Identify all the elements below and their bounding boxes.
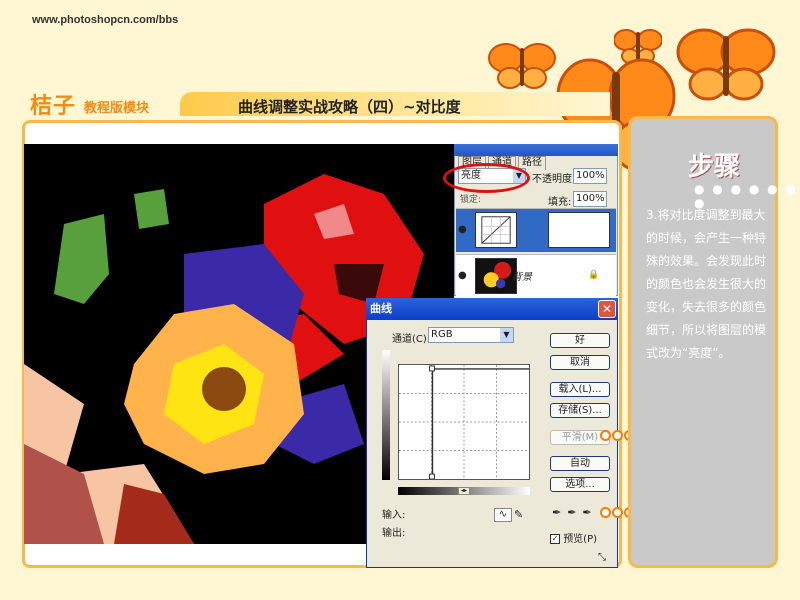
- channel-label: 通道(C):: [392, 334, 431, 345]
- step-description: 3.将对比度调整到最大的时候，会产生一种特殊的效果。会发现此时的颜色也会发生很大…: [646, 208, 767, 360]
- layer-mask-thumbnail: [548, 212, 610, 248]
- eye-icon[interactable]: ●: [458, 270, 467, 281]
- highlight-circle: [443, 163, 530, 193]
- dialog-title[interactable]: 曲线: [366, 298, 618, 320]
- cancel-button[interactable]: 取消: [550, 355, 610, 370]
- options-button[interactable]: 选项...: [550, 477, 610, 492]
- ring-icon: [600, 430, 611, 441]
- load-button[interactable]: 载入(L)...: [550, 382, 610, 397]
- ring-icon: [600, 507, 611, 518]
- opacity-label: 不透明度:: [532, 174, 576, 185]
- lock-label: 锁定:: [460, 195, 482, 205]
- butterfly-icon: [676, 28, 776, 101]
- layers-titlebar[interactable]: [454, 144, 618, 156]
- fill-label: 填充:: [548, 197, 572, 208]
- gradient-toggle-icon[interactable]: ◂▸: [458, 487, 470, 495]
- ring-icon: [612, 507, 623, 518]
- auto-button[interactable]: 自动: [550, 456, 610, 471]
- opacity-input[interactable]: 100%: [573, 168, 607, 184]
- step-heading: 步骤: [688, 152, 741, 182]
- save-button[interactable]: 存储(S)...: [550, 403, 610, 418]
- brand-logo: 桔子: [30, 94, 77, 119]
- layer-name: 背景: [512, 272, 532, 283]
- output-label: 输出:: [382, 528, 406, 539]
- input-label: 输入:: [382, 510, 406, 521]
- background-layer-thumbnail: [475, 258, 517, 294]
- lock-icon: 🔒: [588, 270, 600, 280]
- eyedropper-icon[interactable]: ✒✒✒: [552, 506, 598, 519]
- butterfly-icon: [488, 43, 556, 89]
- preview-checkbox[interactable]: ✓ 预览(P): [550, 530, 597, 545]
- ring-icon: [612, 430, 623, 441]
- page-title: 曲线调整实战攻略（四）~对比度: [238, 98, 461, 116]
- checkbox-icon[interactable]: ✓: [550, 534, 560, 544]
- resize-icon[interactable]: ⤡: [598, 552, 606, 563]
- pencil-icon[interactable]: ✎: [514, 508, 523, 521]
- output-gradient: [382, 350, 390, 480]
- ok-button[interactable]: 好: [550, 333, 610, 348]
- curve-tool-icon[interactable]: ∿: [494, 508, 512, 522]
- fill-input[interactable]: 100%: [573, 191, 607, 207]
- curve-graph[interactable]: [398, 364, 530, 480]
- brand-subtitle: 教程版模块: [84, 101, 150, 116]
- adjustment-layer-thumbnail: [475, 212, 517, 248]
- close-icon[interactable]: ✕: [598, 300, 616, 318]
- chevron-down-icon[interactable]: ▼: [500, 328, 513, 342]
- eye-icon[interactable]: ●: [458, 224, 467, 235]
- preview-label: 预览(P): [563, 534, 598, 545]
- site-url[interactable]: www.photoshopcn.com/bbs: [32, 14, 178, 26]
